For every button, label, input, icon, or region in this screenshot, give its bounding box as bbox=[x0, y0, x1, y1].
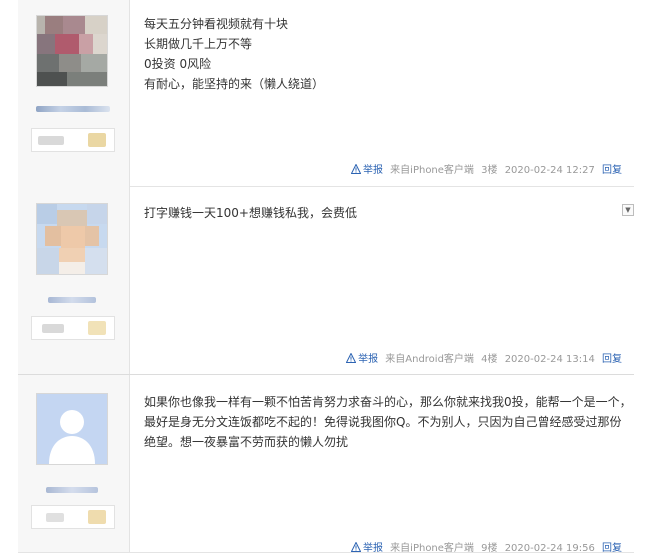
username-blurred[interactable] bbox=[46, 487, 98, 493]
report-link[interactable]: 举报 bbox=[346, 353, 379, 365]
reply-link[interactable]: 回复 bbox=[602, 165, 622, 176]
client-source: 来自Android客户端 bbox=[385, 354, 474, 365]
post-content: 打字赚钱一天100+想赚钱私我，会费低 bbox=[144, 203, 624, 223]
level-badge bbox=[42, 324, 64, 333]
user-badges bbox=[31, 128, 115, 152]
member-badge-icon bbox=[88, 133, 106, 147]
post-line: 有耐心，能坚持的来（懒人绕道） bbox=[144, 77, 325, 91]
report-label: 举报 bbox=[358, 354, 379, 365]
user-badges bbox=[31, 316, 115, 340]
floor-number: 3楼 bbox=[481, 165, 498, 176]
author-sidebar bbox=[18, 0, 130, 186]
post-content: 如果你也像我一样有一颗不怕苦肯努力求奋斗的心，那么你就来找我0投，能帮一个是一个… bbox=[144, 392, 632, 452]
avatar[interactable] bbox=[36, 15, 108, 87]
report-link[interactable]: 举报 bbox=[350, 542, 383, 554]
post-line: 0投资 0风险 bbox=[144, 57, 212, 71]
level-badge bbox=[46, 513, 64, 522]
post-line: 打字赚钱一天100+想赚钱私我，会费低 bbox=[144, 206, 357, 220]
post-time: 2020-02-24 19:56 bbox=[504, 543, 595, 554]
post-tail: 举报 来自Android客户端 4楼 2020-02-24 13:14 回复 bbox=[342, 350, 622, 365]
post-floor-9: 如果你也像我一样有一颗不怕苦肯努力求奋斗的心，那么你就来找我0投，能帮一个是一个… bbox=[18, 375, 634, 554]
reply-link[interactable]: 回复 bbox=[602, 543, 622, 554]
post-time: 2020-02-24 13:14 bbox=[504, 354, 595, 365]
default-avatar-image bbox=[37, 394, 107, 464]
post-line: 绝望。想一夜暴富不劳而获的懒人勿扰 bbox=[144, 435, 349, 449]
report-link[interactable]: 举报 bbox=[350, 164, 383, 176]
report-label: 举报 bbox=[362, 165, 383, 176]
post-line: 每天五分钟看视频就有十块 bbox=[144, 17, 289, 31]
member-badge-icon bbox=[88, 510, 106, 524]
member-badge-icon bbox=[88, 321, 106, 335]
floor-number: 4楼 bbox=[481, 354, 498, 365]
author-sidebar bbox=[18, 375, 130, 552]
avatar[interactable] bbox=[36, 393, 108, 465]
user-silhouette-icon bbox=[37, 394, 107, 464]
post-tail: 举报 来自iPhone客户端 3楼 2020-02-24 12:27 回复 bbox=[347, 161, 622, 176]
client-source: 来自iPhone客户端 bbox=[390, 165, 474, 176]
blurred-avatar-image bbox=[37, 204, 107, 274]
post-line: 如果你也像我一样有一颗不怕苦肯努力求奋斗的心，那么你就来找我0投，能帮一个是一个… bbox=[144, 395, 632, 409]
author-sidebar bbox=[18, 186, 130, 374]
post-line: 最好是身无分文连饭都吃不起的！免得说我图你Q。不为别人，只因为自己曾经感受过那份 bbox=[144, 415, 622, 429]
username-blurred[interactable] bbox=[36, 106, 110, 112]
client-source: 来自iPhone客户端 bbox=[390, 543, 474, 554]
post-floor-4: 打字赚钱一天100+想赚钱私我，会费低 ▼ 举报 来自Android客户端 4楼… bbox=[18, 186, 634, 375]
warning-triangle-icon bbox=[350, 542, 361, 552]
warning-triangle-icon bbox=[350, 164, 361, 174]
warning-triangle-icon bbox=[346, 353, 357, 363]
user-badges bbox=[31, 505, 115, 529]
username-blurred[interactable] bbox=[48, 297, 96, 303]
floor-number: 9楼 bbox=[481, 543, 498, 554]
report-label: 举报 bbox=[362, 543, 383, 554]
level-badge bbox=[38, 136, 64, 145]
post-time: 2020-02-24 12:27 bbox=[504, 165, 595, 176]
post-line: 长期做几千上万不等 bbox=[144, 37, 253, 51]
reply-link[interactable]: 回复 bbox=[602, 354, 622, 365]
blurred-avatar-image bbox=[37, 16, 107, 86]
post-content: 每天五分钟看视频就有十块 长期做几千上万不等 0投资 0风险 有耐心，能坚持的来… bbox=[144, 14, 624, 94]
avatar[interactable] bbox=[36, 203, 108, 275]
post-floor-3: 每天五分钟看视频就有十块 长期做几千上万不等 0投资 0风险 有耐心，能坚持的来… bbox=[18, 0, 634, 187]
chevron-down-icon[interactable]: ▼ bbox=[622, 204, 634, 216]
